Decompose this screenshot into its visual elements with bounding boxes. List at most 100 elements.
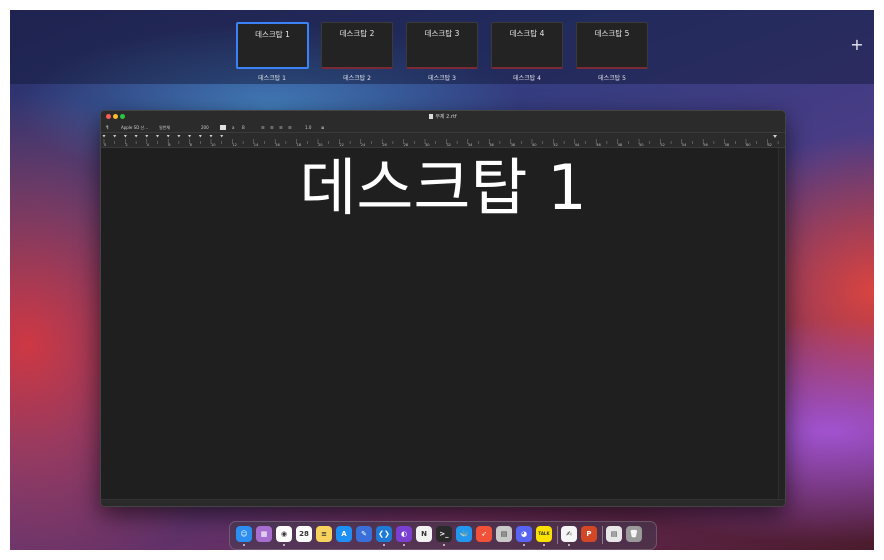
space-desktop-1[interactable]: 데스크탑 1 데스크탑 1 bbox=[236, 22, 309, 82]
document-text-area[interactable]: 데스크탑 1 bbox=[101, 148, 779, 500]
space-thumbnail-title: 데스크탑 1 bbox=[255, 30, 290, 39]
tab-stop-marker bbox=[188, 135, 192, 138]
ruler-label: 46 bbox=[596, 143, 601, 147]
format-toolbar: ¶ Apple SD 산… 일반체 200 a B ☰ ☰ ☰ ☰ 1.0 ≣ bbox=[101, 123, 785, 133]
ruler-label: 2 bbox=[125, 143, 127, 147]
vscode-icon[interactable]: ❮❯ bbox=[376, 526, 392, 542]
textedit-icon[interactable]: ✍ bbox=[561, 526, 577, 542]
list-style-icon[interactable]: ≣ bbox=[321, 125, 324, 130]
notes-icon[interactable]: ≡ bbox=[316, 526, 332, 542]
terminal-icon[interactable]: >_ bbox=[436, 526, 452, 542]
ruler[interactable]: 0 2 4 6 8 10 12 14 16 18 20 22 24 26 28 30 32 34 36 38 40 42 4… bbox=[101, 133, 785, 148]
tab-stop-marker bbox=[209, 135, 213, 138]
finder-icon[interactable]: ☺ bbox=[236, 526, 252, 542]
ruler-label: 4 bbox=[147, 143, 150, 147]
space-thumbnail-title: 데스크탑 3 bbox=[424, 29, 460, 38]
swift-playgrounds-icon[interactable]: ➶ bbox=[476, 526, 492, 542]
tab-stop-marker bbox=[102, 135, 106, 138]
app-store-icon[interactable]: A bbox=[336, 526, 352, 542]
space-thumbnail[interactable]: 데스크탑 1 bbox=[236, 22, 309, 69]
space-label: 데스크탑 4 bbox=[513, 75, 541, 82]
tab-stop-marker bbox=[220, 135, 224, 138]
paragraph-styles-button[interactable]: ¶ bbox=[106, 125, 109, 130]
ruler-label: 56 bbox=[703, 143, 708, 147]
ruler-label: 12 bbox=[232, 143, 237, 147]
tab-stop-marker bbox=[123, 135, 127, 138]
kakaotalk-icon[interactable]: TALK bbox=[536, 526, 552, 542]
ruler-label: 16 bbox=[275, 143, 280, 147]
ruler-label: 20 bbox=[318, 143, 323, 147]
align-center-icon[interactable]: ☰ bbox=[270, 125, 274, 130]
ruler-label: 36 bbox=[489, 143, 494, 147]
ruler-label: 26 bbox=[382, 143, 387, 147]
right-margin-marker bbox=[773, 135, 777, 138]
text-color-well[interactable] bbox=[220, 125, 226, 130]
running-indicator bbox=[243, 544, 245, 546]
align-left-icon[interactable]: ☰ bbox=[261, 125, 265, 130]
horizontal-scrollbar[interactable] bbox=[101, 499, 785, 506]
font-size-select[interactable]: 200 bbox=[201, 125, 209, 130]
running-indicator bbox=[403, 544, 405, 546]
ruler-label: 24 bbox=[361, 143, 366, 147]
notion-icon[interactable]: N bbox=[416, 526, 432, 542]
space-thumbnail[interactable]: 데스크탑 2 bbox=[321, 22, 393, 69]
ruler-label: 44 bbox=[575, 143, 580, 147]
ruler-label: 52 bbox=[660, 143, 665, 147]
highlight-color-button[interactable]: a bbox=[232, 125, 234, 130]
ruler-label: 62 bbox=[767, 143, 772, 147]
space-thumbnail-title: 데스크탑 4 bbox=[509, 29, 545, 38]
chrome-icon[interactable]: ◉ bbox=[276, 526, 292, 542]
ruler-label: 10 bbox=[211, 143, 216, 147]
dock: ☺ ▦ ◉ 28 ≡ A ✎ ❮❯ ◐ N >_ 🐳 ➶ ▤ ◕ TALK ✍ P ▤ 🗑 bbox=[229, 521, 657, 550]
mission-control-spaces-bar: 데스크탑 1 데스크탑 1 데스크탑 2 데스크탑 2 데스크탑 3 데스크탑 … bbox=[10, 10, 874, 84]
tab-stop-marker bbox=[198, 135, 202, 138]
add-space-button[interactable]: + bbox=[850, 37, 864, 53]
github-desktop-icon[interactable]: ◐ bbox=[396, 526, 412, 542]
line-spacing-select[interactable]: 1.0 bbox=[305, 125, 311, 130]
space-thumbnail-title: 데스크탑 2 bbox=[339, 29, 375, 38]
space-desktop-2[interactable]: 데스크탑 2 데스크탑 2 bbox=[321, 22, 393, 82]
ruler-label: 32 bbox=[446, 143, 451, 147]
xcode-icon[interactable]: ✎ bbox=[356, 526, 372, 542]
vertical-scrollbar[interactable] bbox=[778, 148, 785, 500]
trash-icon[interactable]: 🗑 bbox=[626, 526, 642, 542]
ruler-label: 60 bbox=[746, 143, 751, 147]
ruler-label: 40 bbox=[532, 143, 537, 147]
sequel-pro-icon[interactable]: ▤ bbox=[496, 526, 512, 542]
space-thumbnail[interactable]: 데스크탑 5 bbox=[576, 22, 648, 69]
ruler-label: 50 bbox=[639, 143, 644, 147]
ruler-label: 34 bbox=[468, 143, 473, 147]
space-desktop-4[interactable]: 데스크탑 4 데스크탑 4 bbox=[491, 22, 563, 82]
space-thumbnail[interactable]: 데스크탑 4 bbox=[491, 22, 563, 69]
window-title: 무제 2.rtf bbox=[101, 113, 785, 120]
running-indicator bbox=[283, 544, 285, 546]
font-style-select[interactable]: 일반체 bbox=[159, 125, 170, 131]
calendar-icon[interactable]: 28 bbox=[296, 526, 312, 542]
space-desktop-5[interactable]: 데스크탑 5 데스크탑 5 bbox=[576, 22, 648, 82]
bold-button[interactable]: B bbox=[242, 125, 245, 130]
textedit-window[interactable]: 무제 2.rtf ¶ Apple SD 산… 일반체 200 a B ☰ ☰ ☰… bbox=[100, 110, 786, 507]
document-text: 데스크탑 1 bbox=[299, 151, 587, 224]
launchpad-icon[interactable]: ▦ bbox=[256, 526, 272, 542]
space-label: 데스크탑 5 bbox=[598, 75, 626, 82]
running-indicator bbox=[568, 544, 570, 546]
docker-icon[interactable]: 🐳 bbox=[456, 526, 472, 542]
documents-folder-icon[interactable]: ▤ bbox=[606, 526, 622, 542]
space-thumbnail-title: 데스크탑 5 bbox=[594, 29, 630, 38]
ruler-label: 0 bbox=[104, 143, 107, 147]
discord-icon[interactable]: ◕ bbox=[516, 526, 532, 542]
desktop: 데스크탑 1 데스크탑 1 데스크탑 2 데스크탑 2 데스크탑 3 데스크탑 … bbox=[10, 10, 874, 550]
powerpoint-icon[interactable]: P bbox=[581, 526, 597, 542]
align-right-icon[interactable]: ☰ bbox=[279, 125, 283, 130]
justify-icon[interactable]: ☰ bbox=[288, 125, 292, 130]
tab-stop-marker bbox=[145, 135, 149, 138]
ruler-scale: 0 2 4 6 8 10 12 14 16 18 20 22 24 26 28 30 32 34 36 38 40 42 4… bbox=[102, 135, 779, 147]
font-family-select[interactable]: Apple SD 산… bbox=[121, 125, 148, 131]
space-thumbnail[interactable]: 데스크탑 3 bbox=[406, 22, 478, 69]
running-indicator bbox=[383, 544, 385, 546]
window-titlebar[interactable]: 무제 2.rtf bbox=[101, 111, 785, 123]
space-desktop-3[interactable]: 데스크탑 3 데스크탑 3 bbox=[406, 22, 478, 82]
dock-separator bbox=[602, 526, 603, 544]
tab-stop-marker bbox=[177, 135, 181, 138]
space-label: 데스크탑 3 bbox=[428, 75, 456, 82]
